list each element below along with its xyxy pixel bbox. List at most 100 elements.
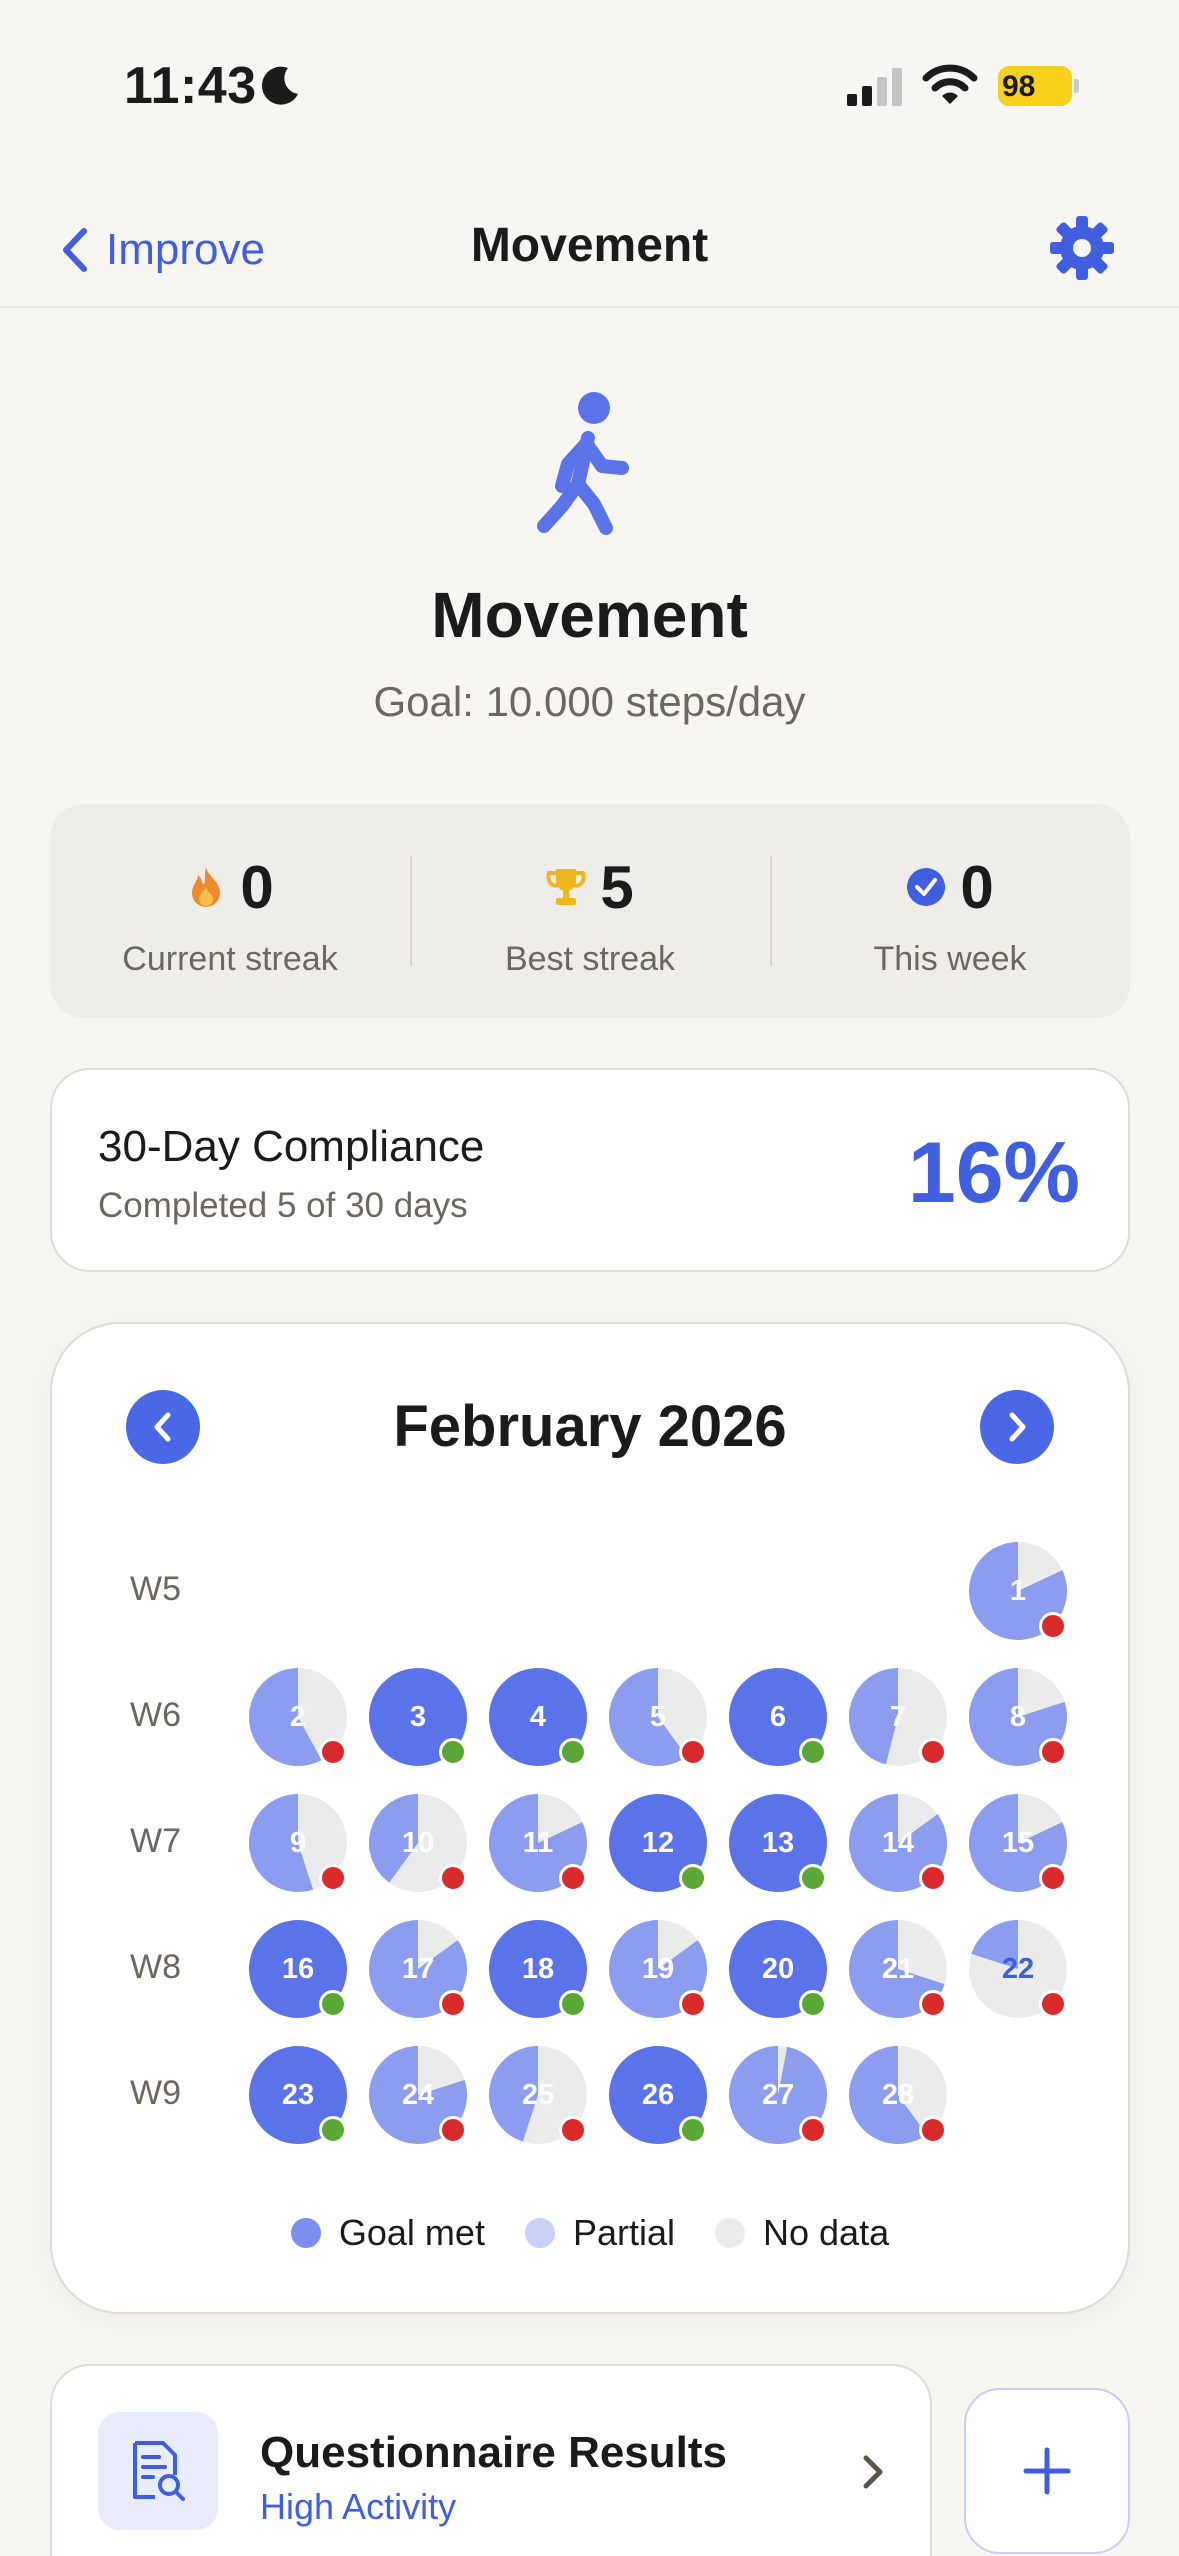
stat-current-streak: 0 Current streak [50,804,410,1018]
legend-swatch [524,2218,555,2248]
calendar-month-title: February 2026 [393,1394,787,1459]
calendar-day[interactable]: 20 [729,1920,827,2018]
status-dot-missed [1039,1864,1067,1892]
compliance-subtitle: Completed 5 of 30 days [98,1186,468,1225]
stat-value: 5 [600,853,634,921]
status-dot-missed [679,1990,707,2018]
stat-this-week: 0 This week [770,804,1130,1018]
status-dot-missed [319,1864,347,1892]
calendar-day[interactable]: 16 [249,1920,347,2018]
stat-label: Current streak [122,940,338,978]
status-dot-met [559,1990,587,2018]
habit-goal: Goal: 10.000 steps/day [373,678,806,725]
calendar-card: February 2026 W5 1 W6 2 3 4 5 6 7 8 W7 9 10 11 12 13 14 1… [50,1322,1130,2314]
legend-partial: Partial [524,2212,675,2254]
status-dot-missed [439,1864,467,1892]
wifi-icon [922,64,978,104]
legend-goal-met: Goal met [290,2212,485,2254]
calendar-day[interactable]: 7 [849,1668,947,1766]
status-dot-missed [919,2116,947,2144]
status-dot-missed [1039,1990,1067,2018]
compliance-card: 30-Day Compliance Completed 5 of 30 days… [50,1068,1130,1272]
battery-percent: 98 [1002,70,1036,103]
calendar-day[interactable]: 14 [849,1794,947,1892]
calendar-day[interactable]: 12 [609,1794,707,1892]
status-dot-met [799,1990,827,2018]
check-circle-icon [907,868,946,906]
calendar-day[interactable]: 4 [489,1668,587,1766]
trophy-icon [546,869,586,905]
legend-label: Goal met [338,2212,485,2253]
calendar-day[interactable]: 23 [249,2046,347,2144]
calendar-day[interactable]: 27 [729,2046,827,2144]
week-label: W5 [130,1570,181,1608]
stat-value: 0 [960,853,994,921]
legend-label: No data [763,2212,890,2253]
status-dot-missed [1039,1612,1067,1640]
calendar-day[interactable]: 21 [849,1920,947,2018]
calendar-day[interactable]: 1 [969,1542,1067,1640]
status-dot-missed [439,2116,467,2144]
calendar-day[interactable]: 11 [489,1794,587,1892]
status-dot-met [319,1990,347,2018]
status-dot-met [559,1738,587,1766]
questionnaire-title: Questionnaire Results [260,2428,728,2477]
week-label: W9 [130,2074,181,2112]
status-dot-missed [559,2116,587,2144]
gear-icon[interactable] [1048,214,1116,282]
status-dot-met [799,1738,827,1766]
legend-label: Partial [572,2212,675,2253]
status-dot-missed [799,2116,827,2144]
stat-best-streak: 5 Best streak [410,804,770,1018]
legend-swatch [715,2218,745,2248]
legend-no-data: No data [715,2212,889,2254]
status-time: 11:43 [124,57,257,115]
calendar-day[interactable]: 2 [249,1668,347,1766]
calendar-day[interactable]: 15 [969,1794,1067,1892]
calendar-day[interactable]: 25 [489,2046,587,2144]
status-dot-missed [679,1738,707,1766]
next-month-button[interactable] [980,1390,1054,1464]
questionnaire-results-card[interactable]: Questionnaire Results High Activity [50,2364,932,2556]
calendar-day[interactable]: 8 [969,1668,1067,1766]
calendar-day[interactable]: 6 [729,1668,827,1766]
status-dot-missed [919,1738,947,1766]
stat-value: 0 [240,853,274,921]
calendar-day[interactable]: 17 [369,1920,467,2018]
streak-stats-card: 0 Current streak 5 Best streak 0 This we… [50,804,1130,1018]
status-dot-missed [439,1990,467,2018]
signal-icon [847,68,902,106]
status-dot-met [679,1864,707,1892]
battery-indicator: 98 [998,66,1080,106]
chevron-right-icon [1009,1412,1026,1442]
compliance-percent: 16% [907,1125,1080,1221]
week-label: W7 [130,1822,181,1860]
legend-swatch [290,2218,321,2248]
calendar-day[interactable]: 5 [609,1668,707,1766]
status-dot-missed [559,1864,587,1892]
navigation-bar: Improve Movement [0,200,1179,308]
status-dot-missed [319,1738,347,1766]
calendar-day[interactable]: 19 [609,1920,707,2018]
calendar-day[interactable]: 24 [369,2046,467,2144]
calendar-legend: Goal met Partial No data [52,2212,1128,2254]
document-search-icon [98,2412,218,2530]
status-dot-met [319,2116,347,2144]
status-bar: 11:43 98 [0,0,1179,160]
calendar-day[interactable]: 26 [609,2046,707,2144]
add-button[interactable] [964,2388,1130,2554]
status-dot-met [439,1738,467,1766]
status-dot-met [799,1864,827,1892]
calendar-day[interactable]: 3 [369,1668,467,1766]
status-dot-missed [919,1864,947,1892]
calendar-day[interactable]: 9 [249,1794,347,1892]
calendar-day[interactable]: 18 [489,1920,587,2018]
calendar-day[interactable]: 13 [729,1794,827,1892]
compliance-title: 30-Day Compliance [98,1122,485,1171]
moon-icon [261,66,298,105]
habit-title: Movement [431,579,748,651]
calendar-day[interactable]: 22 [969,1920,1067,2018]
plus-icon [1023,2447,1071,2495]
calendar-day[interactable]: 28 [849,2046,947,2144]
calendar-day[interactable]: 10 [369,1794,467,1892]
